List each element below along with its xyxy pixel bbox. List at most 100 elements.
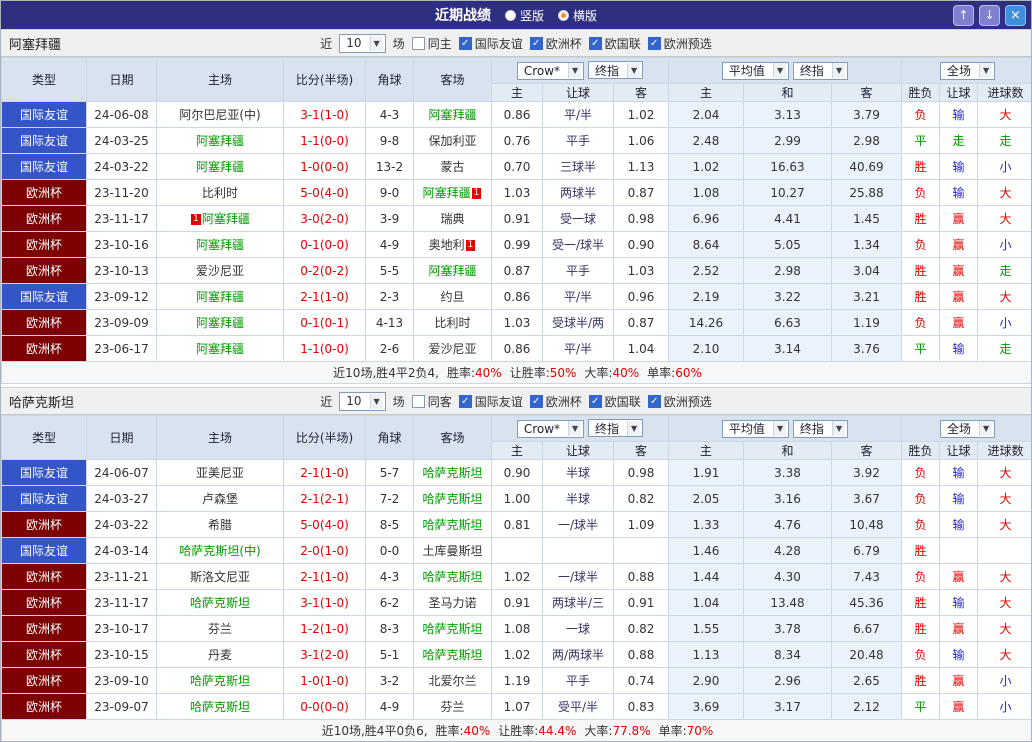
bookmaker-select[interactable]: Crow*▼ bbox=[517, 62, 584, 80]
move-up-button[interactable]: ↑ bbox=[953, 5, 974, 26]
average-group-header: 平均值▼ 终指▼ bbox=[669, 58, 902, 84]
team-name-text: 比利时 bbox=[202, 186, 238, 200]
fulltime-select[interactable]: 全场▼ bbox=[940, 62, 995, 80]
team-name-text: 阿塞拜疆 bbox=[196, 316, 244, 330]
competition-cell: 欧洲杯 bbox=[2, 180, 87, 206]
team-name-text: 希腊 bbox=[208, 518, 232, 532]
away-odds-cell: 0.87 bbox=[614, 310, 669, 336]
checkbox-label: 欧洲预选 bbox=[664, 35, 712, 52]
average-select[interactable]: 平均值▼ bbox=[722, 420, 789, 438]
summary-stat-label: 胜率: bbox=[436, 724, 464, 738]
checkbox-label: 欧洲杯 bbox=[546, 35, 582, 52]
chevron-down-icon: ▼ bbox=[568, 63, 581, 78]
handicap-result-cell: 赢 bbox=[940, 564, 978, 590]
score-cell: 0-1(0-0) bbox=[284, 232, 366, 258]
match-count-select[interactable]: 10▼ bbox=[339, 392, 385, 411]
team-name-text: 阿塞拜疆 bbox=[196, 290, 244, 304]
competition-checkbox[interactable]: ✓欧国联 bbox=[589, 35, 641, 52]
date-cell: 23-06-17 bbox=[87, 336, 157, 362]
team-name-text: 卢森堡 bbox=[202, 492, 238, 506]
avg-home-odds-cell: 2.90 bbox=[669, 668, 744, 694]
handicap-cell: 两球半 bbox=[543, 180, 614, 206]
corner-cell: 4-3 bbox=[366, 102, 414, 128]
average-stage-select[interactable]: 终指▼ bbox=[793, 420, 848, 438]
checkbox-checked-icon: ✓ bbox=[648, 37, 661, 50]
checkbox-checked-icon: ✓ bbox=[589, 37, 602, 50]
home-team-cell: 爱沙尼亚 bbox=[157, 258, 284, 284]
checkbox-checked-icon: ✓ bbox=[530, 37, 543, 50]
away-team-cell: 保加利亚 bbox=[414, 128, 492, 154]
chevron-down-icon: ▼ bbox=[773, 63, 786, 78]
average-select[interactable]: 平均值▼ bbox=[722, 62, 789, 80]
odds-stage-select[interactable]: 终指▼ bbox=[588, 61, 643, 79]
corner-cell: 8-3 bbox=[366, 616, 414, 642]
competition-checkbox[interactable]: ✓欧国联 bbox=[589, 393, 641, 410]
match-rows: 国际友谊24-06-08阿尔巴尼亚(中)3-1(1-0)4-3阿塞拜疆0.86平… bbox=[2, 102, 1032, 362]
corner-cell: 13-2 bbox=[366, 154, 414, 180]
move-down-button[interactable]: ↓ bbox=[979, 5, 1000, 26]
result-cell: 负 bbox=[902, 460, 940, 486]
checkbox-label: 欧洲杯 bbox=[546, 393, 582, 410]
away-odds-cell: 0.91 bbox=[614, 590, 669, 616]
layout-radio[interactable]: 横版 bbox=[558, 7, 597, 24]
corner-cell: 0-0 bbox=[366, 538, 414, 564]
summary-stat-value: 70% bbox=[687, 724, 714, 738]
col-header-corner: 角球 bbox=[366, 58, 414, 102]
bookmaker-select[interactable]: Crow*▼ bbox=[517, 420, 584, 438]
corner-cell: 3-9 bbox=[366, 206, 414, 232]
team-name-text: 哈萨克斯坦 bbox=[422, 648, 482, 662]
competition-checkbox[interactable]: ✓欧洲杯 bbox=[530, 393, 582, 410]
result-cell: 胜 bbox=[902, 668, 940, 694]
near-label: 近 bbox=[320, 35, 332, 52]
away-odds-cell: 0.74 bbox=[614, 668, 669, 694]
chevron-down-icon: ▼ bbox=[979, 421, 992, 436]
handicap-cell: 平/半 bbox=[543, 336, 614, 362]
avg-draw-odds-cell: 13.48 bbox=[744, 590, 832, 616]
goals-result-cell: 大 bbox=[978, 616, 1032, 642]
odds-stage-select[interactable]: 终指▼ bbox=[588, 419, 643, 437]
corner-cell: 2-3 bbox=[366, 284, 414, 310]
team-name-text: 哈萨克斯坦 bbox=[422, 466, 482, 480]
score-cell: 1-0(1-0) bbox=[284, 668, 366, 694]
handicap-cell: 两/两球半 bbox=[543, 642, 614, 668]
team-name-text: 约旦 bbox=[440, 290, 464, 304]
goals-result-cell: 走 bbox=[978, 258, 1032, 284]
same-venue-checkbox[interactable]: 同客 bbox=[412, 393, 452, 410]
close-button[interactable]: × bbox=[1005, 5, 1026, 26]
avg-draw-odds-cell: 3.22 bbox=[744, 284, 832, 310]
competition-checkbox[interactable]: ✓欧洲预选 bbox=[648, 393, 712, 410]
avg-draw-odds-cell: 16.63 bbox=[744, 154, 832, 180]
goals-result-cell bbox=[978, 538, 1032, 564]
fulltime-select[interactable]: 全场▼ bbox=[940, 420, 995, 438]
red-card-badge: 1 bbox=[191, 214, 201, 225]
sub-header-goals: 进球数 bbox=[978, 442, 1032, 460]
home-team-cell: 阿尔巴尼亚(中) bbox=[157, 102, 284, 128]
competition-checkbox[interactable]: ✓欧洲预选 bbox=[648, 35, 712, 52]
score-cell: 3-1(1-0) bbox=[284, 590, 366, 616]
goals-result-cell: 大 bbox=[978, 590, 1032, 616]
checkbox-label: 国际友谊 bbox=[475, 35, 523, 52]
average-stage-select[interactable]: 终指▼ bbox=[793, 62, 848, 80]
layout-radio[interactable]: 竖版 bbox=[505, 7, 544, 24]
avg-draw-odds-cell: 4.76 bbox=[744, 512, 832, 538]
competition-cell: 国际友谊 bbox=[2, 154, 87, 180]
summary-prefix: 近10场,胜4平0负6, bbox=[322, 724, 428, 738]
competition-checkbox[interactable]: ✓国际友谊 bbox=[459, 393, 523, 410]
handicap-cell: 半球 bbox=[543, 486, 614, 512]
competition-checkbox[interactable]: ✓欧洲杯 bbox=[530, 35, 582, 52]
handicap-result-cell: 输 bbox=[940, 642, 978, 668]
checkbox-icon bbox=[412, 395, 425, 408]
result-cell: 胜 bbox=[902, 284, 940, 310]
col-header-corner: 角球 bbox=[366, 416, 414, 460]
avg-draw-odds-cell: 6.63 bbox=[744, 310, 832, 336]
match-count-select[interactable]: 10▼ bbox=[339, 34, 385, 53]
result-cell: 平 bbox=[902, 694, 940, 720]
goals-result-cell: 小 bbox=[978, 694, 1032, 720]
corner-cell: 4-9 bbox=[366, 694, 414, 720]
handicap-cell: 受一球 bbox=[543, 206, 614, 232]
same-venue-checkbox[interactable]: 同主 bbox=[412, 35, 452, 52]
avg-home-odds-cell: 2.48 bbox=[669, 128, 744, 154]
competition-checkbox[interactable]: ✓国际友谊 bbox=[459, 35, 523, 52]
home-team-cell: 哈萨克斯坦 bbox=[157, 590, 284, 616]
checkbox-label: 欧国联 bbox=[605, 393, 641, 410]
